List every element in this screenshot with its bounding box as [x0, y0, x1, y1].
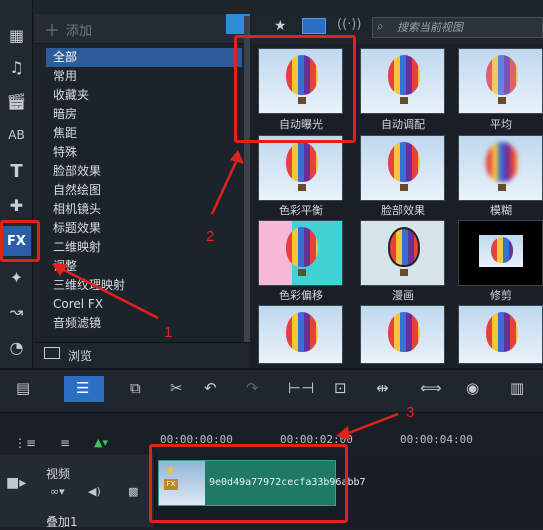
annotation-number: 2: [206, 228, 215, 245]
arrow-1: [59, 266, 159, 320]
annotation-arrows: [52, 150, 399, 440]
annotation-number: 3: [406, 404, 415, 421]
arrow-3-head: [336, 426, 350, 440]
arrow-2: [210, 161, 238, 215]
arrow-3: [345, 412, 399, 436]
annotation-number: 1: [164, 324, 173, 341]
arrow-2-head: [230, 150, 244, 164]
